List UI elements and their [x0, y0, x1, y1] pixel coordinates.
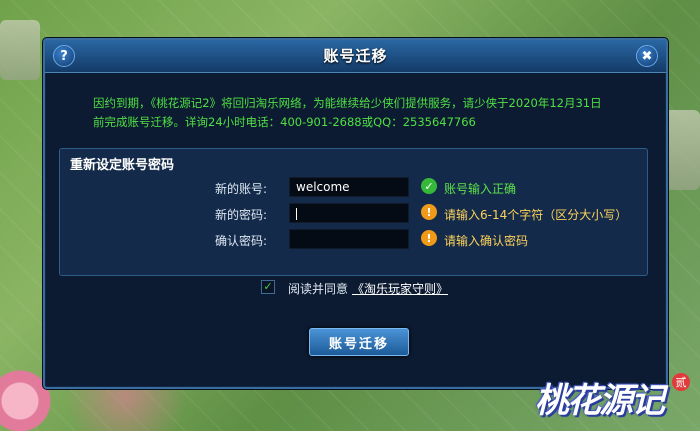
close-icon: ✖	[641, 48, 653, 64]
account-row: 新的账号: welcome ✓ 账号输入正确	[60, 177, 647, 197]
title-bar: ? 账号迁移 ✖	[45, 40, 666, 73]
warning-icon: !	[421, 204, 437, 220]
migrate-account-button[interactable]: 账号迁移	[309, 328, 409, 356]
reset-credentials-panel: 重新设定账号密码 新的账号: welcome ✓ 账号输入正确 新的密码: ! …	[59, 148, 648, 276]
check-icon: ✓	[421, 178, 437, 194]
agreement-text: 阅读并同意	[288, 282, 349, 296]
dialog-title: 账号迁移	[323, 47, 388, 65]
background-stone	[0, 20, 40, 80]
logo-badge: 贰	[672, 373, 690, 391]
password-row: 新的密码: ! 请输入6-14个字符（区分大小写）	[60, 203, 647, 223]
confirm-password-input[interactable]	[289, 229, 409, 249]
game-logo: 桃花源记 贰	[535, 373, 690, 425]
notice-line-2: 前完成账号迁移。详询24小时电话：400-901-2688或QQ：2535647…	[93, 115, 476, 129]
notice-line-1: 因约到期，《桃花源记2》将回归淘乐网络，为能继续给少侠们提供服务，请少侠于202…	[93, 96, 602, 110]
agreement-checkbox[interactable]: ✓	[261, 280, 275, 294]
password-label: 新的密码:	[214, 208, 267, 222]
text-caret	[296, 208, 297, 220]
account-status: 账号输入正确	[444, 182, 517, 196]
account-input[interactable]: welcome	[289, 177, 409, 197]
account-label: 新的账号:	[214, 182, 267, 196]
password-input[interactable]	[289, 203, 409, 223]
account-migration-dialog: ? 账号迁移 ✖ 因约到期，《桃花源记2》将回归淘乐网络，为能继续给少侠们提供服…	[43, 38, 668, 389]
notice-text: 因约到期，《桃花源记2》将回归淘乐网络，为能继续给少侠们提供服务，请少侠于202…	[93, 94, 633, 132]
player-rules-link[interactable]: 《淘乐玩家守则》	[352, 280, 448, 297]
confirm-status: 请输入确认密码	[444, 234, 529, 248]
warning-icon: !	[421, 230, 437, 246]
confirm-label: 确认密码:	[214, 234, 267, 248]
logo-text: 桃花源记	[535, 381, 665, 421]
close-button[interactable]: ✖	[636, 45, 658, 67]
panel-title: 重新设定账号密码	[70, 158, 175, 173]
confirm-row: 确认密码: ! 请输入确认密码	[60, 229, 647, 249]
password-status: 请输入6-14个字符（区分大小写）	[444, 208, 628, 222]
